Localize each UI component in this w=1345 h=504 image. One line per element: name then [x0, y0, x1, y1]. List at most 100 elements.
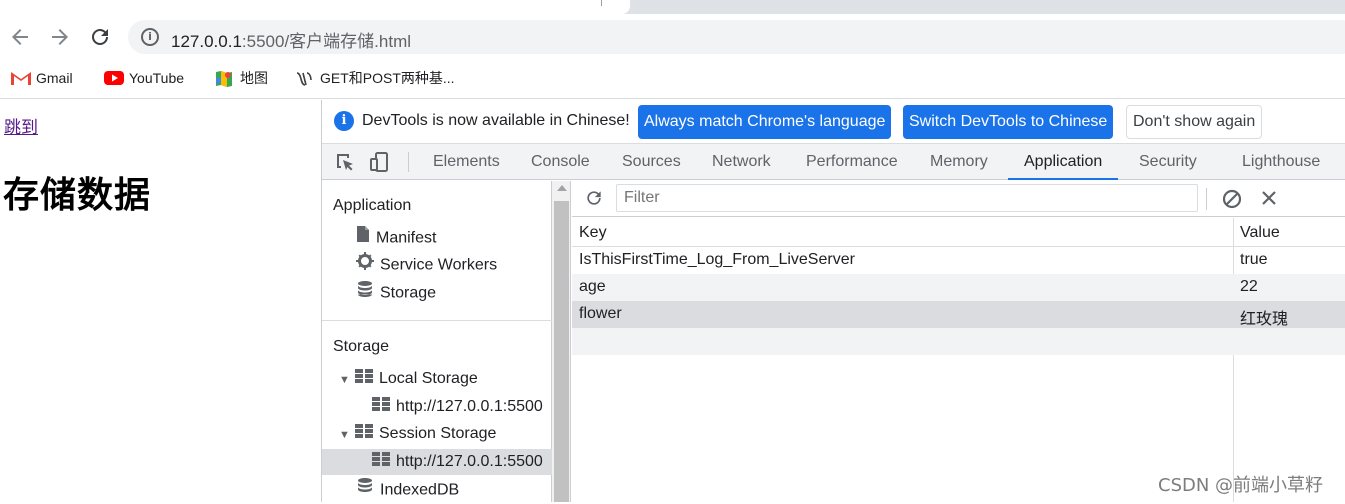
url-path: :5500/客户端存储.html — [241, 32, 412, 51]
database-icon — [356, 477, 374, 504]
sidebar-scrollbar[interactable] — [552, 181, 571, 502]
expand-triangle-icon[interactable]: ▼ — [339, 422, 351, 448]
dont-show-again-button[interactable]: Don't show again — [1126, 105, 1263, 139]
section-storage: Storage — [333, 338, 390, 355]
tab-lighthouse[interactable]: Lighthouse — [1242, 144, 1320, 180]
toolbar-divider — [1206, 188, 1207, 210]
table-grid-icon — [372, 449, 390, 475]
tree-divider — [322, 320, 552, 321]
tab-security[interactable]: Security — [1139, 144, 1197, 180]
gear-icon — [356, 252, 374, 279]
switch-to-chinese-button[interactable]: Switch DevTools to Chinese — [903, 105, 1114, 139]
inspect-element-icon[interactable] — [334, 151, 356, 173]
youtube-icon — [103, 70, 124, 86]
tab-network[interactable]: Network — [712, 144, 771, 180]
gmail-icon — [10, 70, 31, 86]
infobar-message: DevTools is now available in Chinese! — [362, 112, 630, 129]
file-icon — [356, 225, 370, 252]
database-icon — [356, 280, 374, 307]
address-bar[interactable]: i 127.0.0.1:5500/客户端存储.html — [128, 20, 1345, 54]
tab-performance[interactable]: Performance — [806, 144, 898, 180]
bookmark-label: 地图 — [240, 70, 268, 86]
refresh-icon[interactable] — [584, 188, 604, 213]
tree-item-session-storage[interactable]: ▼ Session Storage — [339, 421, 496, 447]
page-viewport: 跳到 存储数据 — [0, 100, 321, 502]
table-grid-icon — [355, 421, 373, 447]
page-heading: 存储数据 — [3, 175, 152, 216]
tab-strip — [0, 0, 1345, 14]
bookmarks-bar: Gmail YouTube 地图 GET和POST两种基... — [0, 59, 1345, 99]
jump-link[interactable]: 跳到 — [4, 113, 38, 138]
scroll-up-arrow-icon[interactable] — [557, 185, 567, 191]
forward-arrow-icon[interactable] — [48, 25, 72, 49]
table-row[interactable]: age 22 — [572, 274, 1345, 301]
browser-tab[interactable] — [0, 0, 630, 14]
maps-icon — [214, 70, 234, 87]
table-header: Key Value — [572, 218, 1345, 247]
tab-console[interactable]: Console — [531, 144, 590, 180]
tree-item-service-workers[interactable]: Service Workers — [356, 252, 497, 278]
bookmark-gmail[interactable]: Gmail — [10, 67, 73, 89]
row-value: 红玫瑰 — [1240, 311, 1289, 328]
tree-label: Storage — [380, 284, 437, 302]
filter-input[interactable] — [616, 184, 1198, 212]
bookmark-label: YouTube — [129, 70, 185, 86]
row-value: 22 — [1240, 278, 1258, 295]
column-header-value[interactable]: Value — [1240, 224, 1280, 242]
tab-separator — [601, 0, 602, 6]
expand-triangle-icon[interactable]: ▼ — [339, 367, 351, 393]
bookmark-youtube[interactable]: YouTube — [103, 67, 184, 89]
table-row[interactable]: IsThisFirstTime_Log_From_LiveServer true — [572, 247, 1345, 274]
table-grid-icon — [355, 366, 373, 392]
tree-label: Service Workers — [380, 256, 498, 274]
url-text[interactable]: 127.0.0.1:5500/客户端存储.html — [171, 27, 411, 52]
watermark: CSDN @前端小草籽 — [1158, 475, 1324, 496]
tree-label: Session Storage — [379, 425, 497, 443]
site-info-icon[interactable]: i — [141, 28, 159, 46]
scrollbar-thumb[interactable] — [554, 201, 569, 502]
url-host: 127.0.0.1 — [171, 32, 242, 51]
delete-selected-icon[interactable] — [1260, 189, 1278, 212]
row-key: IsThisFirstTime_Log_From_LiveServer — [579, 251, 855, 268]
tab-application[interactable]: Application — [1008, 144, 1119, 180]
tree-label: Manifest — [376, 229, 437, 247]
devtools-panel: i DevTools is now available in Chinese! … — [321, 100, 1345, 502]
tree-item-local-origin[interactable]: http://127.0.0.1:5500 — [372, 394, 543, 420]
tree-item-session-origin[interactable]: http://127.0.0.1:5500 — [322, 449, 552, 475]
bookmark-label: GET和POST两种基... — [320, 70, 455, 86]
column-header-key[interactable]: Key — [579, 224, 607, 242]
always-match-language-button[interactable]: Always match Chrome's language — [638, 105, 892, 139]
section-application: Application — [333, 197, 412, 214]
bookmark-get-post[interactable]: GET和POST两种基... — [294, 67, 455, 89]
bookmark-label: Gmail — [36, 70, 73, 86]
row-key: flower — [579, 305, 622, 322]
table-row-empty[interactable] — [572, 328, 1345, 355]
tab-sources[interactable]: Sources — [622, 144, 681, 180]
tree-label: http://127.0.0.1:5500 — [396, 398, 543, 416]
row-key: age — [579, 278, 606, 295]
tree-label: IndexedDB — [380, 481, 460, 499]
device-toolbar-icon[interactable] — [369, 151, 391, 173]
table-row-selected[interactable]: flower 红玫瑰 — [572, 301, 1345, 328]
storage-toolbar — [572, 181, 1345, 217]
toolbar-divider — [408, 152, 409, 172]
tree-item-storage[interactable]: Storage — [356, 280, 436, 306]
browser-toolbar: i 127.0.0.1:5500/客户端存储.html — [0, 14, 1345, 59]
table-grid-icon — [372, 394, 390, 420]
devtools-tab-bar: Elements Console Sources Network Perform… — [322, 144, 1345, 180]
tree-label: http://127.0.0.1:5500 — [396, 453, 543, 471]
application-sidebar: Application Manifest Service Workers Sto… — [322, 181, 552, 502]
devtools-language-infobar: i DevTools is now available in Chinese! … — [322, 100, 1345, 144]
row-value: true — [1240, 251, 1268, 268]
back-arrow-icon[interactable] — [8, 25, 32, 49]
tab-memory[interactable]: Memory — [930, 144, 988, 180]
clear-all-icon[interactable] — [1222, 189, 1242, 214]
tree-label: Local Storage — [379, 370, 478, 388]
tab-elements[interactable]: Elements — [433, 144, 500, 180]
tree-item-manifest[interactable]: Manifest — [356, 225, 436, 251]
bookmark-maps[interactable]: 地图 — [214, 67, 268, 89]
tree-item-indexeddb[interactable]: IndexedDB — [356, 477, 459, 503]
reload-icon[interactable] — [88, 25, 112, 49]
session-storage-view: Key Value IsThisFirstTime_Log_From_LiveS… — [572, 181, 1345, 502]
tree-item-local-storage[interactable]: ▼ Local Storage — [339, 366, 478, 392]
